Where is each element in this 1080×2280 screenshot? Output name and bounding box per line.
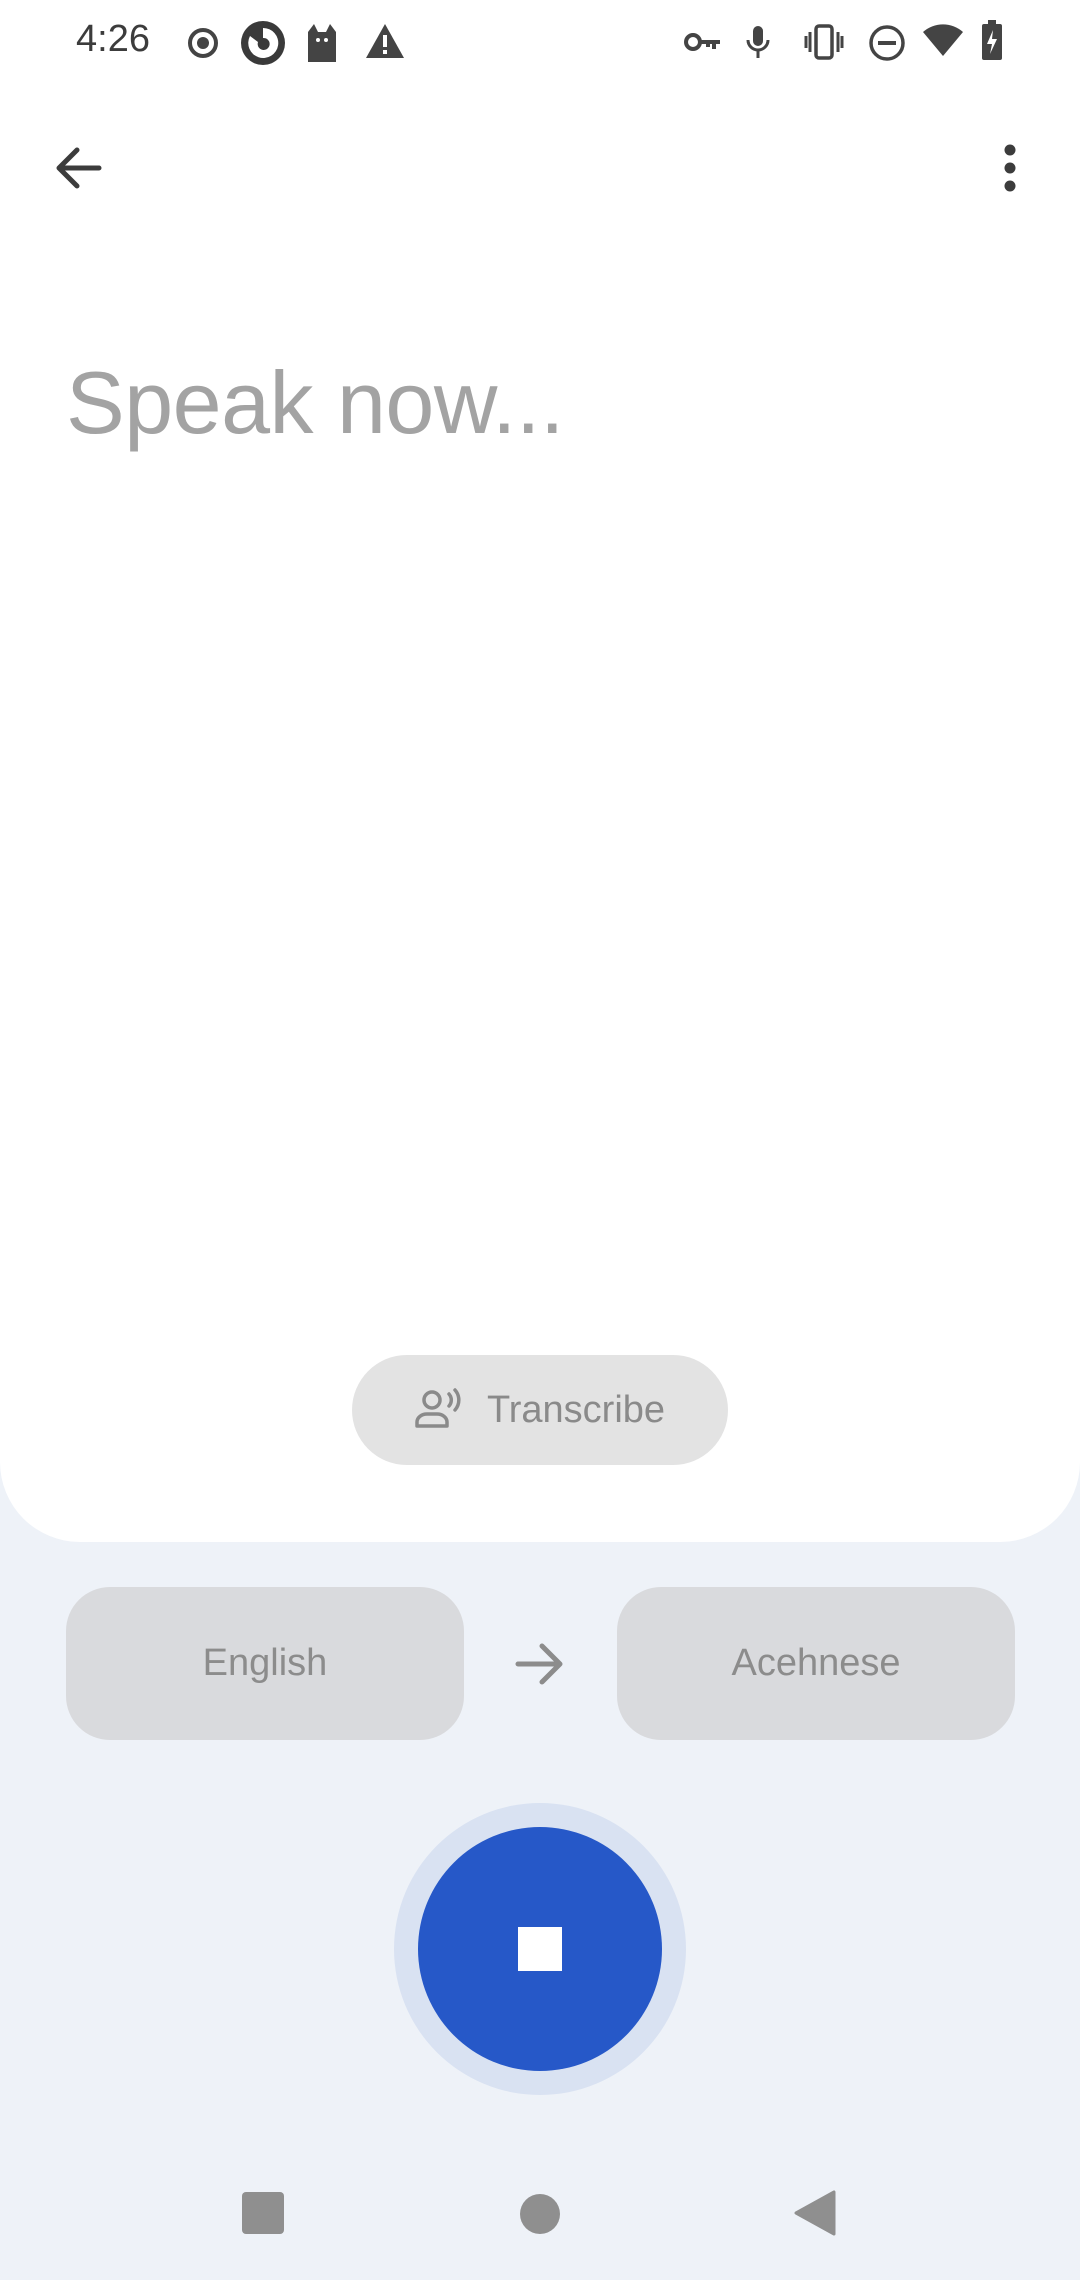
status-time: 4:26 — [76, 18, 150, 60]
transcribe-button[interactable]: Transcribe — [352, 1355, 728, 1465]
more-vert-icon — [1003, 144, 1017, 197]
arrow-right-icon — [510, 1636, 570, 1692]
recents-button[interactable] — [242, 2192, 284, 2239]
stop-listening-button[interactable] — [418, 1827, 662, 2071]
source-language-label: English — [202, 1642, 328, 1684]
cat-icon — [304, 22, 340, 69]
speak-now-prompt: Speak now... — [66, 353, 564, 452]
vibrate-icon — [804, 24, 844, 65]
do-not-disturb-icon — [868, 24, 906, 67]
arrow-back-icon — [53, 146, 103, 195]
back-triangle-icon — [794, 2190, 836, 2240]
voice-person-icon — [415, 1387, 465, 1433]
home-circle-icon — [519, 2194, 561, 2239]
warning-icon — [364, 22, 406, 65]
battery-charging-icon — [980, 20, 1004, 67]
app-icon — [240, 20, 286, 71]
home-button[interactable] — [519, 2193, 561, 2240]
recents-square-icon — [242, 2192, 284, 2238]
system-back-button[interactable] — [794, 2190, 836, 2241]
stop-icon — [518, 1927, 562, 1971]
status-bar: 4:26 — [0, 0, 1080, 90]
more-options-button[interactable] — [962, 122, 1058, 218]
back-button[interactable] — [30, 122, 126, 218]
transcribe-label: Transcribe — [486, 1388, 666, 1431]
target-language-label: Acehnese — [731, 1642, 901, 1684]
source-language-button[interactable]: English — [66, 1587, 464, 1740]
record-icon — [186, 26, 220, 65]
vpn-key-icon — [684, 30, 722, 59]
microphone-icon — [744, 24, 772, 65]
speech-panel — [0, 90, 1080, 1542]
target-language-button[interactable]: Acehnese — [617, 1587, 1015, 1740]
wifi-icon — [922, 24, 964, 63]
